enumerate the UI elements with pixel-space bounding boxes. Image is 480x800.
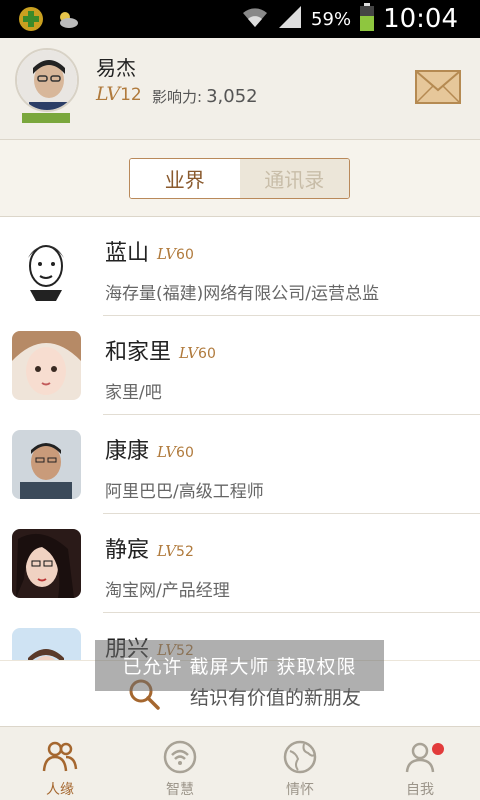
- profile-name: 易杰: [96, 56, 136, 80]
- contact-avatar: [12, 430, 81, 499]
- mail-icon: [415, 70, 461, 104]
- nav-label: 自我: [406, 782, 434, 798]
- nav-ziwo[interactable]: 自我: [360, 727, 480, 800]
- contact-name: 蓝山 LV60: [105, 241, 194, 266]
- nav-renyuan[interactable]: 人缘: [0, 727, 120, 800]
- nav-label: 智慧: [166, 782, 194, 798]
- influence-label: 影响力:: [152, 88, 203, 106]
- contact-name: 和家里 LV60: [105, 340, 216, 365]
- level-prefix: LV: [96, 83, 121, 105]
- nav-qinghuai[interactable]: 情怀: [240, 727, 360, 800]
- bottom-nav: 人缘 智慧 情怀 自我: [0, 726, 480, 800]
- contact-subtitle: 家里/吧: [105, 383, 162, 403]
- contact-level: LV52: [157, 542, 194, 560]
- contact-name: 静宸 LV52: [105, 538, 194, 563]
- profile-level: LV12: [96, 83, 142, 105]
- tab-contacts[interactable]: 通讯录: [239, 159, 349, 198]
- influence-value: 3,052: [206, 86, 258, 107]
- segment-tabs: 业界 通讯录: [129, 158, 350, 199]
- contact-avatar: [12, 331, 81, 400]
- list-item[interactable]: 和家里 LV60 家里/吧: [0, 316, 480, 415]
- list-item[interactable]: 静宸 LV52 淘宝网/产品经理: [0, 514, 480, 613]
- user-avatar[interactable]: [15, 48, 79, 112]
- contact-subtitle: 阿里巴巴/高级工程师: [105, 482, 264, 502]
- contact-level: LV60: [179, 344, 216, 362]
- list-item[interactable]: 蓝山 LV60 海存量(福建)网络有限公司/运营总监: [0, 217, 480, 316]
- list-item[interactable]: 康康 LV60 阿里巴巴/高级工程师: [0, 415, 480, 514]
- contact-avatar: [12, 628, 81, 660]
- contact-subtitle: 海存量(福建)网络有限公司/运营总监: [105, 284, 379, 304]
- contact-list: 蓝山 LV60 海存量(福建)网络有限公司/运营总监 和家里 LV60 家里/吧 康…: [0, 216, 480, 660]
- clock: 10:04: [383, 4, 458, 34]
- nav-label: 人缘: [46, 782, 74, 798]
- contact-name: 康康 LV60: [105, 439, 194, 464]
- tab-industry[interactable]: 业界: [130, 159, 240, 198]
- wifi-icon: [241, 5, 269, 33]
- contact-avatar: [12, 232, 81, 301]
- app-root: 59% 10:04 易杰 LV12 影响力: 3,052 业界 通讯录 蓝山 L…: [0, 0, 480, 800]
- notification-badge: [432, 743, 444, 755]
- people-icon: [42, 741, 78, 772]
- nav-zhihui[interactable]: 智慧: [120, 727, 240, 800]
- app-plus-icon: [18, 6, 44, 32]
- influence: 影响力: 3,052: [152, 86, 258, 107]
- battery-percent: 59%: [311, 8, 352, 30]
- toast-message: 已允许 截屏大师 获取权限: [95, 640, 384, 691]
- level-number: 12: [120, 85, 142, 105]
- nav-label: 情怀: [286, 782, 314, 798]
- contact-avatar: [12, 529, 81, 598]
- weather-icon: [54, 6, 80, 32]
- contact-subtitle: 淘宝网/产品经理: [105, 581, 230, 601]
- contact-level: LV60: [157, 245, 194, 263]
- status-bar: 59% 10:04: [0, 0, 480, 38]
- mail-button[interactable]: [415, 70, 461, 104]
- wisdom-icon: [163, 740, 197, 774]
- battery-icon: [359, 3, 375, 35]
- profile-header: 易杰 LV12 影响力: 3,052: [0, 38, 480, 140]
- online-status-bar: [22, 113, 70, 123]
- signal-icon: [277, 4, 303, 34]
- contact-level: LV60: [157, 443, 194, 461]
- globe-icon: [283, 740, 317, 774]
